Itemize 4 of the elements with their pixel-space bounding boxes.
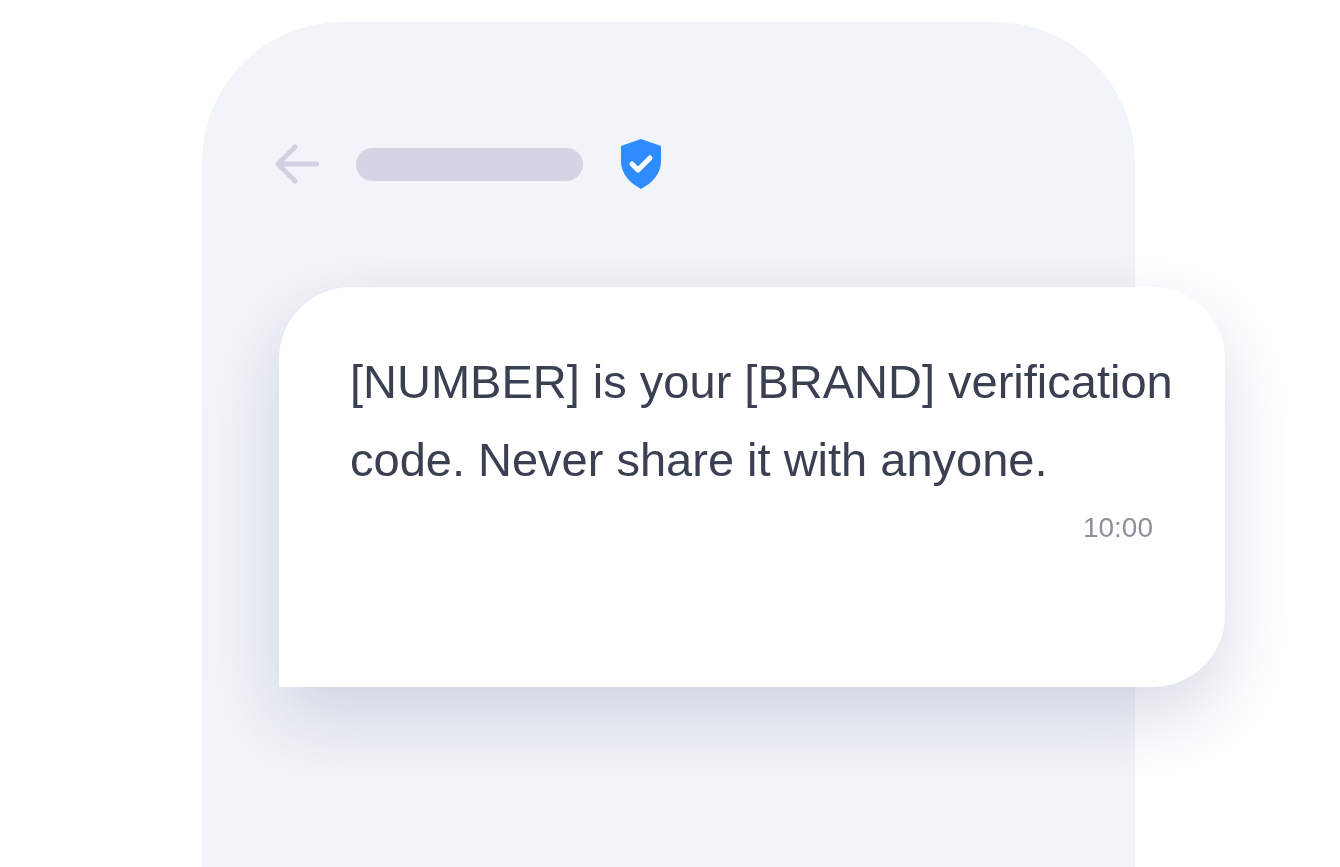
verified-shield-icon (619, 138, 663, 190)
message-time: 10:00 (1082, 511, 1153, 545)
message-text: [NUMBER] is your [BRAND] verification code. Never share it with anyone. (350, 354, 1174, 488)
back-arrow-icon[interactable] (275, 144, 319, 184)
